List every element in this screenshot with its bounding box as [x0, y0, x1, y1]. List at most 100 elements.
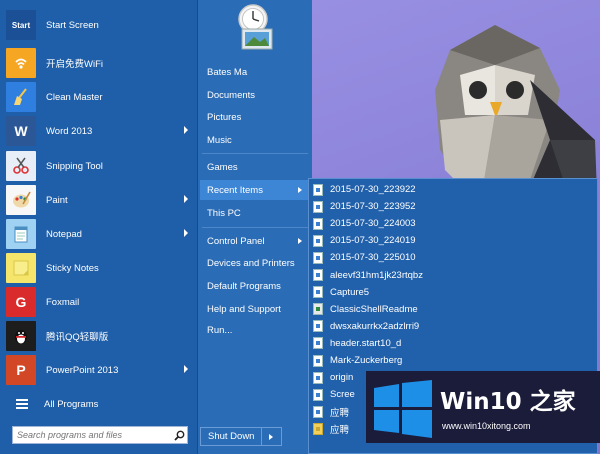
- recent-item[interactable]: 2015-07-30_223922: [313, 181, 595, 198]
- shutdown-button[interactable]: Shut Down: [200, 427, 282, 446]
- recent-item[interactable]: 2015-07-30_223952: [313, 198, 595, 215]
- place-item[interactable]: Bates Ma: [200, 62, 310, 82]
- submenu-arrow-icon: [298, 238, 302, 244]
- place-label: Documents: [207, 89, 256, 101]
- search-input[interactable]: [13, 427, 171, 443]
- program-item[interactable]: Start Start Screen: [6, 9, 196, 41]
- program-item[interactable]: G Foxmail: [6, 286, 196, 318]
- program-item[interactable]: P PowerPoint 2013: [6, 354, 196, 386]
- program-tile-text: Start: [11, 20, 31, 30]
- place-item[interactable]: Run...: [200, 320, 310, 340]
- submenu-arrow-icon: [184, 365, 188, 373]
- program-item[interactable]: Snipping Tool: [6, 150, 196, 182]
- program-label: Start Screen: [46, 19, 99, 31]
- program-item[interactable]: Paint: [6, 184, 196, 216]
- image-file-icon: [313, 286, 323, 299]
- place-item[interactable]: Documents: [200, 85, 310, 105]
- recent-item[interactable]: Capture5: [313, 284, 595, 301]
- place-label: This PC: [207, 207, 241, 219]
- recent-item-label: ClassicShellReadme: [330, 303, 418, 315]
- all-programs-button[interactable]: All Programs: [6, 394, 196, 414]
- recent-item[interactable]: 2015-07-30_224003: [313, 215, 595, 232]
- program-label: Word 2013: [46, 125, 93, 137]
- place-item[interactable]: Games: [200, 157, 310, 177]
- image-file-icon: [313, 269, 323, 281]
- recent-item[interactable]: dwsxakurrkx2adzlrri9: [313, 318, 595, 335]
- recent-item-label: origin: [330, 372, 354, 384]
- program-tile-text: P: [16, 362, 26, 378]
- place-item[interactable]: Music: [200, 130, 310, 150]
- broom-icon: [6, 82, 36, 112]
- sticky-note-icon: [6, 253, 36, 283]
- place-item[interactable]: This PC: [200, 203, 310, 223]
- watermark-url: www.win10xitong.com: [442, 421, 531, 431]
- search-box[interactable]: [12, 426, 188, 444]
- powerpoint-icon: P: [6, 355, 36, 385]
- place-label: Recent Items: [207, 184, 263, 196]
- place-item[interactable]: Help and Support: [200, 299, 310, 319]
- notepad-icon: [6, 219, 36, 249]
- recent-item[interactable]: 2015-07-30_225010: [313, 249, 595, 266]
- start-menu-programs-column: Start Start Screen 开启免费WiFi Clean Master W Wo…: [0, 0, 198, 454]
- place-label: Bates Ma: [207, 66, 248, 78]
- place-label: Games: [207, 161, 238, 173]
- place-label: Control Panel: [207, 235, 265, 247]
- image-file-icon: [313, 217, 323, 230]
- places-separator: [202, 227, 308, 228]
- program-item[interactable]: W Word 2013: [6, 115, 196, 147]
- foxmail-icon: G: [6, 287, 36, 317]
- image-file-icon: [313, 234, 323, 247]
- search-icon[interactable]: [171, 427, 187, 443]
- place-item[interactable]: Pictures: [200, 107, 310, 127]
- recent-item[interactable]: 2015-07-30_224019: [313, 232, 595, 249]
- recent-item[interactable]: ClassicShellReadme: [313, 301, 595, 318]
- shutdown-divider: [261, 428, 262, 445]
- place-item[interactable]: Control Panel: [200, 231, 310, 251]
- start-screen-icon: Start: [6, 10, 36, 40]
- recent-item[interactable]: Mark-Zuckerberg: [313, 352, 595, 369]
- recent-item[interactable]: aleevf31hm1jk23rtqbz: [313, 267, 595, 284]
- program-tile-text: W: [14, 123, 28, 139]
- wifi-icon: [6, 48, 36, 78]
- submenu-arrow-icon: [184, 195, 188, 203]
- recent-item-label: aleevf31hm1jk23rtqbz: [330, 269, 423, 281]
- image-file-icon: [313, 388, 323, 401]
- program-item[interactable]: Clean Master: [6, 81, 196, 113]
- submenu-arrow-icon: [298, 187, 302, 193]
- image-file-icon: [313, 251, 323, 264]
- program-label: Paint: [46, 194, 68, 206]
- recent-item-label: 2015-07-30_223922: [330, 184, 416, 195]
- list-icon: [16, 397, 28, 411]
- recent-item-label: Capture5: [330, 286, 370, 298]
- recent-item[interactable]: header.start10_d: [313, 335, 595, 352]
- user-picture-icon[interactable]: [232, 3, 278, 51]
- program-item[interactable]: 开启免费WiFi: [6, 47, 196, 79]
- place-item[interactable]: Default Programs: [200, 276, 310, 296]
- image-file-icon: [313, 183, 323, 196]
- paint-palette-icon: [6, 185, 36, 215]
- recent-item-label: header.start10_d: [330, 337, 402, 349]
- place-label: Default Programs: [207, 280, 281, 292]
- submenu-arrow-icon: [184, 229, 188, 237]
- place-item[interactable]: Devices and Printers: [200, 253, 310, 273]
- image-file-icon: [313, 405, 323, 418]
- place-item[interactable]: Recent Items: [200, 180, 310, 200]
- program-item[interactable]: Notepad: [6, 218, 196, 250]
- places-separator: [202, 153, 308, 154]
- program-label: Foxmail: [46, 296, 80, 308]
- recent-item-label: 2015-07-30_223952: [330, 201, 416, 213]
- all-programs-label: All Programs: [44, 398, 99, 410]
- program-label: 开启免费WiFi: [46, 59, 103, 70]
- recent-item-label: 2015-07-30_224019: [330, 235, 416, 247]
- place-label: Music: [207, 134, 232, 146]
- program-label: PowerPoint 2013: [46, 364, 119, 376]
- shutdown-options-arrow-icon[interactable]: [269, 433, 273, 440]
- program-item[interactable]: 腾讯QQ轻聊版: [6, 320, 196, 352]
- qq-penguin-icon: [6, 321, 36, 351]
- image-file-icon: [313, 354, 323, 367]
- recent-item-label: 2015-07-30_225010: [330, 252, 416, 264]
- windows-logo-icon: [374, 380, 432, 438]
- program-item[interactable]: Sticky Notes: [6, 252, 196, 284]
- watermark-title: Win10 之家: [440, 389, 576, 415]
- place-label: Devices and Printers: [207, 257, 295, 269]
